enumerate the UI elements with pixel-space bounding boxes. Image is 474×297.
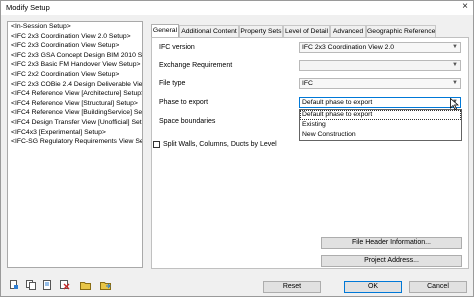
setup-list[interactable]: <In-Session Setup> <IFC 2x3 Coordination … (7, 21, 143, 268)
mouse-cursor-icon (450, 97, 460, 113)
split-walls-label: Split Walls, Columns, Ducts by Level (163, 141, 277, 148)
exchange-requirement-select[interactable]: ▼ (299, 60, 461, 71)
file-type-select[interactable]: IFC ▼ (299, 78, 461, 89)
setup-list-item[interactable]: <IFC-SG Regulatory Requirements View Set… (8, 137, 142, 147)
setup-list-item[interactable]: <IFC 2x3 GSA Concept Design BIM 2010 Set… (8, 51, 142, 61)
ifc-version-label: IFC version (159, 44, 195, 51)
ifc-version-select[interactable]: IFC 2x3 Coordination View 2.0 ▼ (299, 42, 461, 53)
phase-to-export-label: Phase to export (159, 99, 209, 106)
setup-list-item[interactable]: <IFC 2x2 Coordination View Setup> (8, 70, 142, 80)
setup-list-item[interactable]: <IFC 2x3 Basic FM Handover View Setup> (8, 60, 142, 70)
phase-option[interactable]: Existing (300, 120, 461, 130)
file-header-button[interactable]: File Header Information... (321, 237, 462, 249)
setup-list-item[interactable]: <IFC4 Reference View [Structural] Setup> (8, 99, 142, 109)
window-title: Modify Setup (6, 3, 50, 12)
phase-to-export-select[interactable]: Default phase to export ▼ (299, 97, 461, 108)
ifc-version-value: IFC 2x3 Coordination View 2.0 (302, 44, 395, 51)
file-type-label: File type (159, 80, 186, 87)
project-address-button[interactable]: Project Address... (321, 255, 462, 267)
title-bar: Modify Setup × (1, 1, 473, 15)
tab-property-sets[interactable]: Property Sets (239, 25, 283, 37)
exchange-requirement-label: Exchange Requirement (159, 62, 233, 69)
chevron-down-icon: ▼ (452, 44, 458, 50)
phase-to-export-value: Default phase to export (302, 99, 373, 106)
space-boundaries-label: Space boundaries (159, 118, 216, 125)
setup-list-item[interactable]: <IFC 2x3 Coordination View Setup> (8, 41, 142, 51)
tab-general[interactable]: General (151, 24, 179, 37)
import-setup-icon[interactable] (80, 280, 91, 290)
file-type-value: IFC (302, 80, 313, 87)
modify-setup-window: Modify Setup × <In-Session Setup> <IFC 2x… (0, 0, 474, 297)
new-setup-icon[interactable] (9, 280, 19, 290)
tab-advanced[interactable]: Advanced (330, 25, 366, 37)
reset-button[interactable]: Reset (263, 281, 321, 293)
tab-additional-content[interactable]: Additional Content (179, 25, 239, 37)
tab-geographic-reference[interactable]: Geographic Reference (366, 25, 436, 37)
setup-list-item[interactable]: <IFC 2x3 COBie 2.4 Design Deliverable Vi… (8, 80, 142, 90)
split-walls-checkbox[interactable] (153, 141, 160, 148)
cancel-button[interactable]: Cancel (409, 281, 467, 293)
setup-list-item[interactable]: <IFC4 Reference View [BuildingService] S… (8, 108, 142, 118)
phase-dropdown-list[interactable]: Default phase to export Existing New Const… (299, 109, 462, 141)
ok-button[interactable]: OK (344, 281, 402, 293)
close-icon[interactable]: × (462, 1, 468, 12)
rename-setup-icon[interactable] (43, 280, 53, 290)
export-setup-icon[interactable] (100, 280, 111, 290)
general-panel (151, 37, 469, 269)
tab-level-of-detail[interactable]: Level of Detail (283, 25, 330, 37)
setup-list-item[interactable]: <In-Session Setup> (8, 22, 142, 32)
delete-setup-icon[interactable] (60, 280, 70, 290)
setup-list-item[interactable]: <IFC 2x3 Coordination View 2.0 Setup> (8, 32, 142, 42)
phase-option[interactable]: New Construction (300, 130, 461, 140)
setup-list-item[interactable]: <IFC4x3 [Experimental] Setup> (8, 128, 142, 138)
phase-option[interactable]: Default phase to export (300, 110, 461, 120)
setup-list-item[interactable]: <IFC4 Reference View [Architecture] Setu… (8, 89, 142, 99)
chevron-down-icon: ▼ (452, 62, 458, 68)
setup-list-item[interactable]: <IFC4 Design Transfer View [Unofficial] … (8, 118, 142, 128)
duplicate-setup-icon[interactable] (26, 280, 36, 290)
chevron-down-icon: ▼ (452, 80, 458, 86)
